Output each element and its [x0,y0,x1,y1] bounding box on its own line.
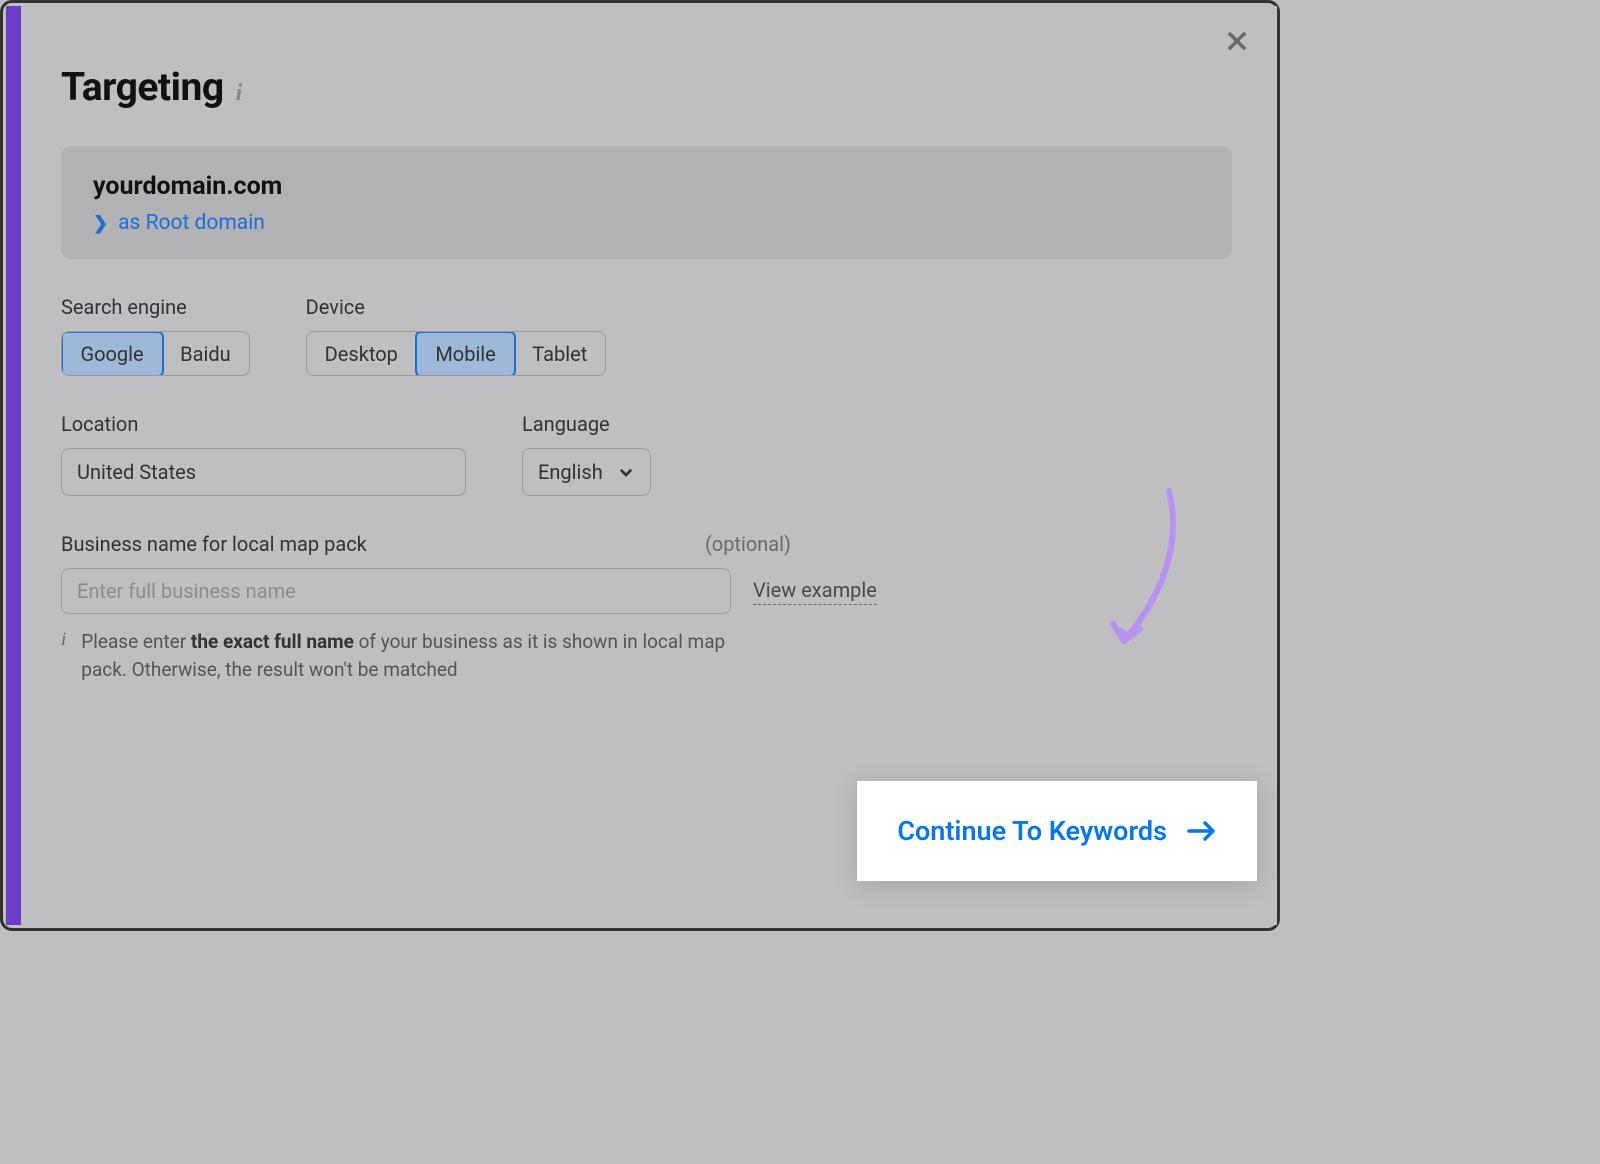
targeting-modal: Targeting i yourdomain.com ❯ as Root dom… [21,6,1277,925]
title-row: Targeting i [61,64,1232,110]
device-group: Device Desktop Mobile Tablet [306,295,607,376]
search-engine-toggle: Google Baidu [61,331,250,376]
close-button[interactable] [1217,21,1257,61]
form-row-engine-device: Search engine Google Baidu Device Deskto… [61,295,1232,376]
page-title: Targeting [61,64,224,110]
purple-edge-decoration [6,6,21,925]
location-label: Location [61,412,466,436]
search-engine-google[interactable]: Google [61,331,164,376]
domain-name-text: yourdomain.com [93,172,1200,201]
view-example-link[interactable]: View example [753,578,877,605]
hint-prefix: Please enter [81,630,191,653]
search-engine-baidu[interactable]: Baidu [162,332,249,375]
device-mobile[interactable]: Mobile [415,331,515,376]
continue-highlight-box: Continue To Keywords [857,781,1257,881]
domain-type-label: as Root domain [118,211,265,235]
business-hint-text: Please enter the exact full name of your… [81,628,761,683]
domain-box: yourdomain.com ❯ as Root domain [61,146,1232,259]
continue-button[interactable]: Continue To Keywords [897,815,1217,847]
language-group: Language English [522,412,651,496]
device-toggle: Desktop Mobile Tablet [306,331,607,376]
info-icon: i [61,629,66,651]
business-name-input[interactable] [61,568,731,614]
business-label: Business name for local map pack [61,532,367,556]
info-icon[interactable]: i [236,80,243,107]
business-label-row: Business name for local map pack (option… [61,532,791,556]
chevron-down-icon [617,463,635,481]
location-input[interactable] [61,448,466,496]
business-hint-row: i Please enter the exact full name of yo… [61,628,1232,683]
business-section: Business name for local map pack (option… [61,532,1232,683]
device-desktop[interactable]: Desktop [307,332,417,375]
business-input-row: View example [61,568,1232,614]
close-icon [1223,27,1251,55]
chevron-right-icon: ❯ [93,213,108,234]
hint-bold: the exact full name [191,630,354,653]
language-value: English [538,460,603,484]
search-engine-label: Search engine [61,295,250,319]
device-label: Device [306,295,607,319]
domain-type-link[interactable]: ❯ as Root domain [93,211,265,235]
device-tablet[interactable]: Tablet [514,332,605,375]
location-group: Location [61,412,466,496]
arrow-right-icon [1187,820,1217,842]
form-row-location-language: Location Language English [61,412,1232,496]
search-engine-group: Search engine Google Baidu [61,295,250,376]
language-label: Language [522,412,651,436]
language-select[interactable]: English [522,448,651,496]
business-optional-label: (optional) [705,532,791,556]
continue-label: Continue To Keywords [897,815,1167,847]
